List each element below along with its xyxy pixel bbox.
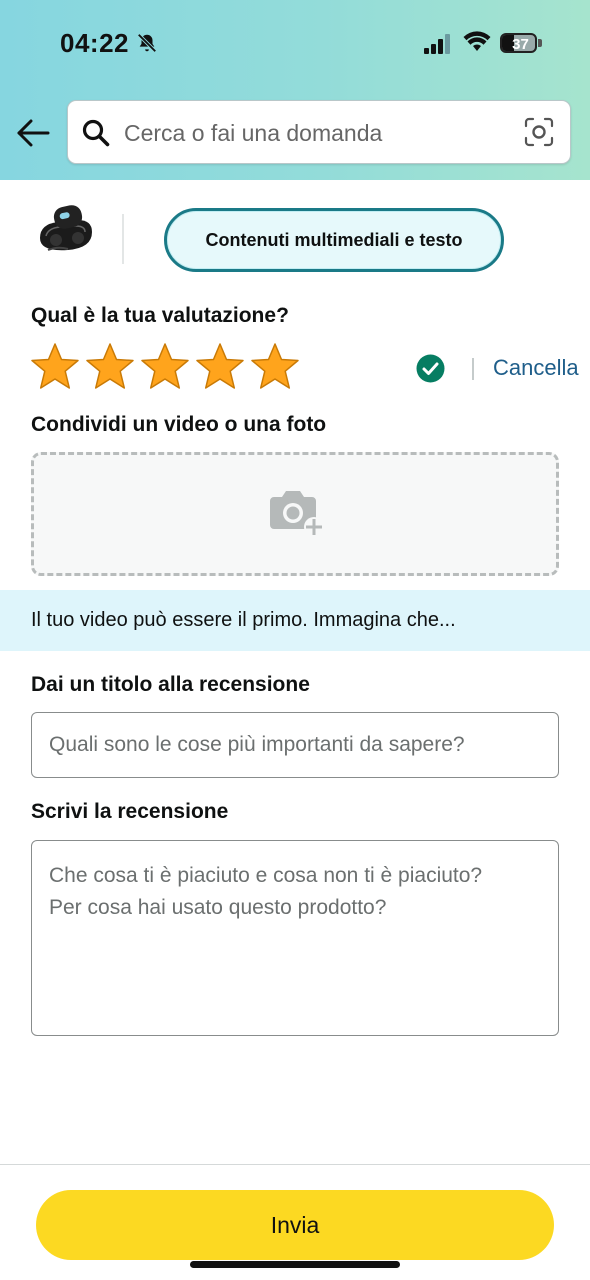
review-title-label: Dai un titolo alla recensione xyxy=(31,673,310,696)
camera-plus-icon xyxy=(270,491,324,537)
separator xyxy=(472,358,474,380)
cancel-rating-link[interactable]: Cancella xyxy=(493,355,579,381)
cellular-signal-icon xyxy=(424,34,450,54)
bell-slash-icon xyxy=(137,33,157,53)
submit-button[interactable]: Invia xyxy=(36,1190,554,1260)
info-banner[interactable]: Il tuo video può essere il primo. Immagi… xyxy=(0,590,590,651)
media-upload-area[interactable] xyxy=(31,452,559,576)
camera-search-icon[interactable] xyxy=(524,117,554,147)
review-body-label: Scrivi la recensione xyxy=(31,800,229,823)
search-bar[interactable] xyxy=(67,100,571,164)
star-2-icon[interactable] xyxy=(85,342,135,392)
footer-divider xyxy=(0,1164,590,1165)
status-time: 04:22 xyxy=(60,28,129,58)
review-title-input[interactable] xyxy=(31,712,559,778)
battery-icon: 37 xyxy=(500,33,542,53)
battery-body: 37 xyxy=(500,33,537,53)
vertical-divider xyxy=(122,214,124,264)
arrow-left-icon[interactable] xyxy=(16,118,50,148)
media-and-text-toggle[interactable]: Contenuti multimediali e testo xyxy=(164,208,504,272)
star-5-icon[interactable] xyxy=(250,342,300,392)
search-icon xyxy=(82,119,110,147)
media-label: Condividi un video o una foto xyxy=(31,413,327,436)
battery-level: 37 xyxy=(512,36,529,53)
home-indicator xyxy=(190,1261,400,1268)
star-1-icon[interactable] xyxy=(30,342,80,392)
wifi-icon xyxy=(463,31,491,51)
check-circle-icon xyxy=(416,354,445,383)
product-thumbnail xyxy=(34,200,98,264)
battery-nub xyxy=(538,39,542,47)
star-rating[interactable] xyxy=(30,342,300,392)
star-3-icon[interactable] xyxy=(140,342,190,392)
review-body-textarea[interactable] xyxy=(31,840,559,1036)
search-input[interactable] xyxy=(124,111,504,155)
star-4-icon[interactable] xyxy=(195,342,245,392)
header: 04:22 37 xyxy=(0,0,590,180)
rating-question: Qual è la tua valutazione? xyxy=(31,304,289,327)
